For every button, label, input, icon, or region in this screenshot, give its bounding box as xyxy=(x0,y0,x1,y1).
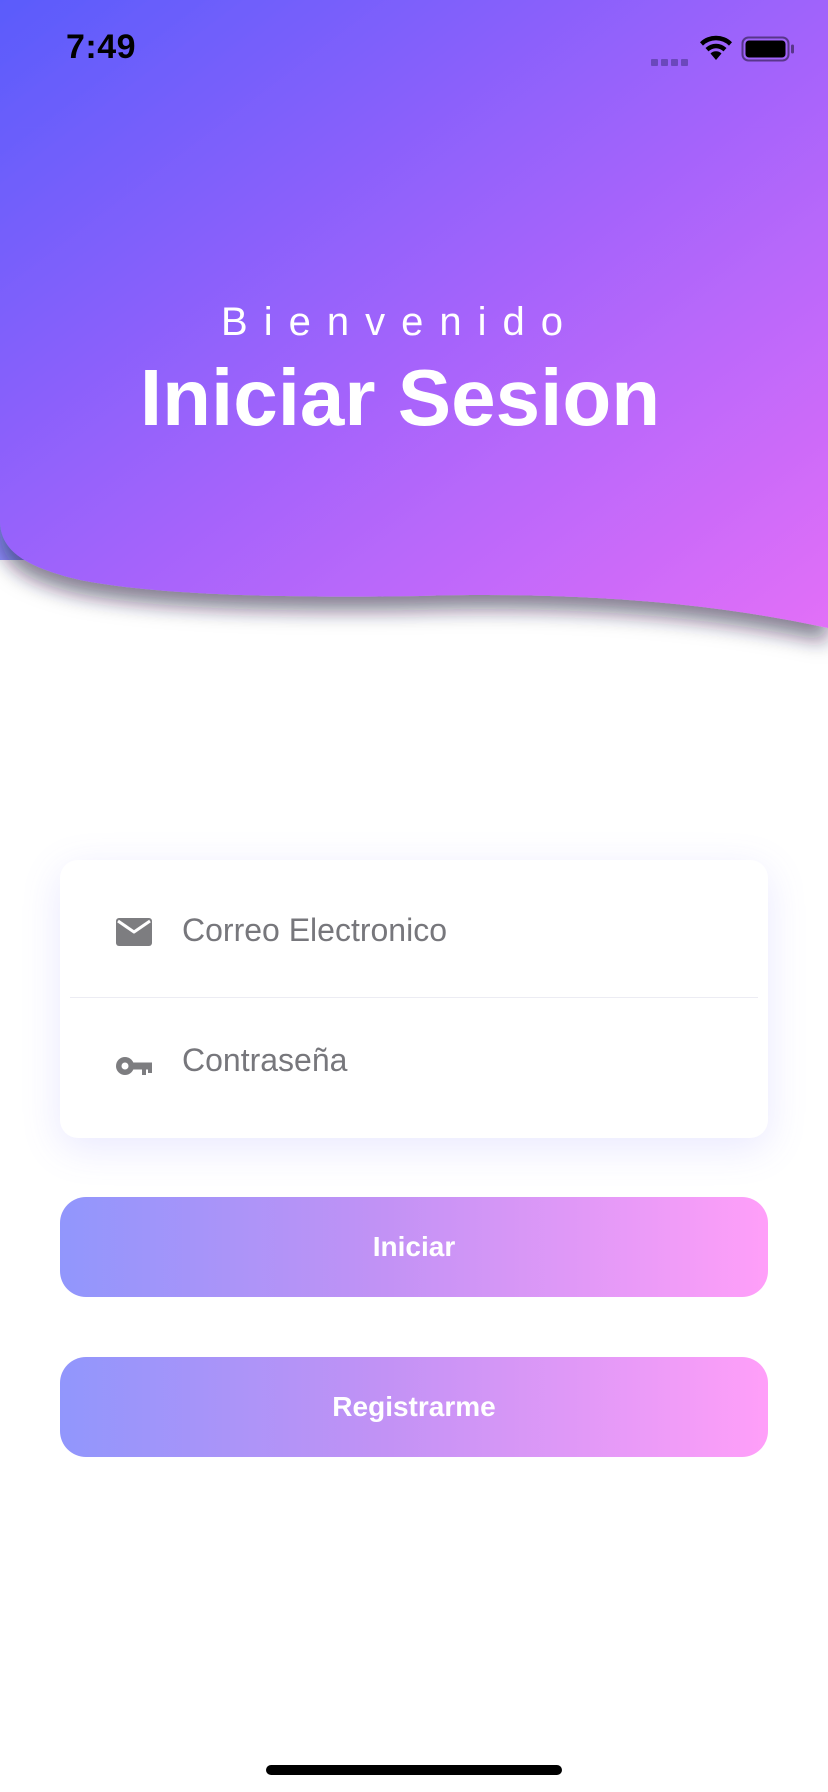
mail-icon xyxy=(116,918,152,946)
battery-icon xyxy=(741,36,794,62)
key-icon xyxy=(116,1057,152,1075)
page-title: Iniciar Sesion xyxy=(139,353,661,442)
email-input[interactable] xyxy=(182,900,742,960)
login-form-card xyxy=(60,860,768,1138)
login-button[interactable]: Iniciar xyxy=(60,1197,768,1297)
wifi-icon xyxy=(700,35,732,60)
status-time: 7:49 xyxy=(66,28,137,66)
password-field[interactable] xyxy=(60,998,768,1128)
status-bar: 7:49 xyxy=(0,0,828,100)
register-button[interactable]: Registrarme xyxy=(60,1357,768,1457)
password-input[interactable] xyxy=(182,1030,742,1090)
home-indicator[interactable] xyxy=(266,1765,562,1775)
welcome-text: Bienvenido xyxy=(221,300,579,344)
login-screen: 7:49 Bienvenido Iniciar Sesion Correo El… xyxy=(0,0,828,1792)
email-field[interactable] xyxy=(60,860,768,990)
cellular-signal-icon xyxy=(651,53,691,66)
